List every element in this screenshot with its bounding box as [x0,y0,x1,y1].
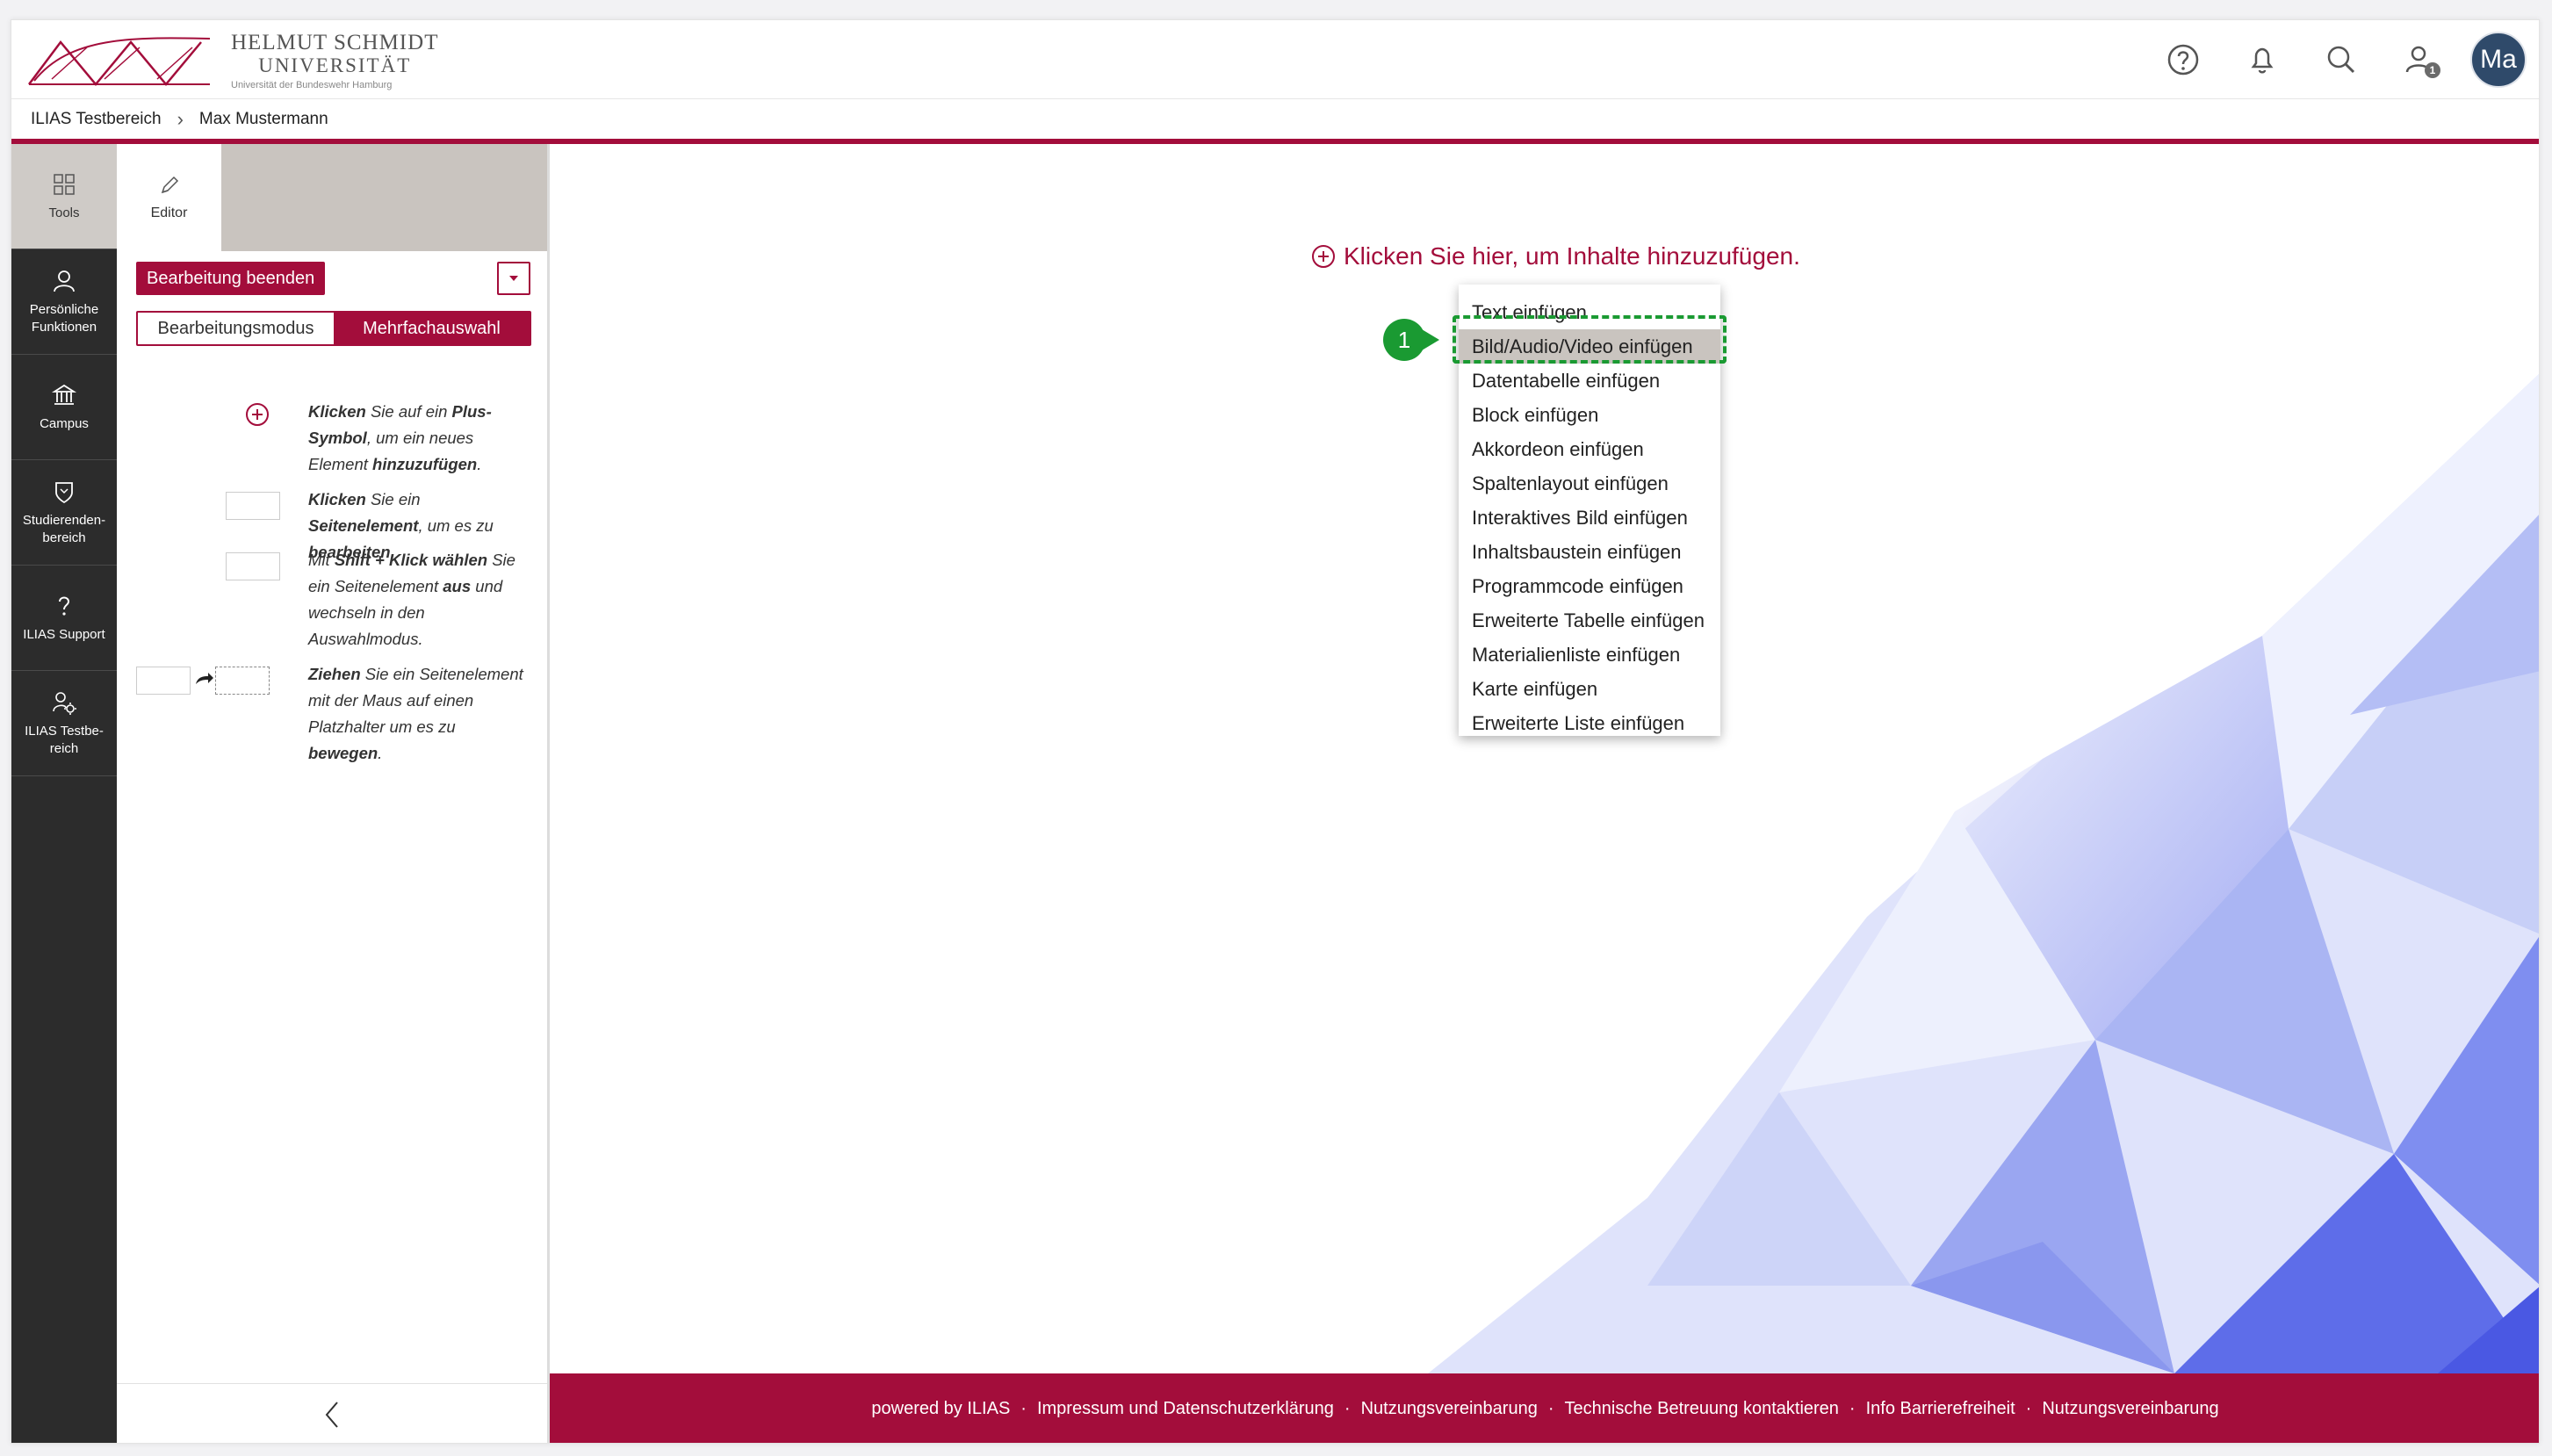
help-item-select: Mit Shift + Klick wählen Sie ein Seitene… [136,547,531,652]
add-content-link[interactable]: Klicken Sie hier, um Inhalte hinzuzufüge… [1310,242,1800,270]
sidebar-item-students[interactable]: Studierenden-bereich [11,460,117,566]
avatar[interactable]: Ma [2470,32,2527,88]
footer-link-accessibility[interactable]: Info Barrierefreiheit [1866,1399,2015,1419]
grid-icon [54,174,75,195]
step-highlight-frame [1453,315,1727,364]
help-icon [2167,44,2199,76]
menu-item-accordion[interactable]: Akkordeon einfügen [1459,432,1720,466]
plus-circle-icon [1312,245,1335,268]
page-element-placeholder [226,492,280,520]
sidebar-item-label: Campus [40,415,89,431]
bell-icon [2251,47,2274,74]
menu-item-map[interactable]: Karte einfügen [1459,672,1720,706]
sidebar-item-label: ILIAS Testbe-reich [25,724,104,756]
menu-item-advanced-table[interactable]: Erweiterte Tabelle einfügen [1459,603,1720,638]
drop-target-placeholder [215,667,270,695]
chevron-right-icon: › [177,108,184,130]
person-icon [54,270,75,292]
help-item-add: Klicken Sie auf ein Plus-Symbol, um ein … [136,399,531,478]
users-gear-icon [53,692,76,715]
footer-link-terms[interactable]: Nutzungsvereinbarung [1361,1399,1538,1419]
breadcrumb-item-user[interactable]: Max Mustermann [199,110,328,129]
university-logo[interactable]: HELMUT SCHMIDT UNIVERSITÄT Universität d… [25,27,438,94]
tool-panel: Editor Bearbeitung beenden Bearbeitungsm… [117,144,550,1443]
multi-select-button[interactable]: Mehrfachauswahl [334,313,530,344]
menu-item-material-list[interactable]: Materialienliste einfügen [1459,638,1720,672]
pencil-icon [161,176,178,194]
finish-editing-button[interactable]: Bearbeitung beenden [136,262,326,295]
help-text-select: Mit Shift + Klick wählen Sie ein Seitene… [308,551,515,648]
arrow-right-icon [196,673,213,684]
caret-down-icon [509,276,518,281]
breadcrumb-item-testbereich[interactable]: ILIAS Testbereich [31,110,162,129]
sidebar-item-campus[interactable]: Campus [11,355,117,460]
menu-item-advanced-list[interactable]: Erweiterte Liste einfügen [1459,706,1720,740]
footer-link-support[interactable]: Technische Betreuung kontaktieren [1565,1399,1839,1419]
notification-badge: 1 [2425,62,2440,78]
footer-link-terms-2[interactable]: Nutzungsvereinbarung [2042,1399,2218,1419]
help-item-move: Ziehen Sie ein Seitenelement mit der Mau… [136,661,531,767]
help-text-move: Ziehen Sie ein Seitenelement mit der Mau… [308,665,523,762]
main-sidebar: Tools Persönliche Funktionen Campus Stud… [11,144,117,1443]
sidebar-item-support[interactable]: ILIAS Support [11,566,117,671]
page-element-placeholder [136,667,191,695]
breadcrumb: ILIAS Testbereich › Max Mustermann [11,100,2539,144]
tool-tabs: Editor [117,144,547,251]
plus-circle-icon [246,403,269,426]
add-content-label: Klicken Sie hier, um Inhalte hinzuzufüge… [1344,242,1800,270]
page-element-placeholder [226,552,280,580]
logo-line3: Universität der Bundeswehr Hamburg [231,79,393,90]
help-button[interactable] [2144,20,2223,99]
edit-mode-button[interactable]: Bearbeitungsmodus [138,313,334,344]
collapse-panel-button[interactable] [117,1383,547,1443]
sidebar-item-testbereich[interactable]: ILIAS Testbe-reich [11,671,117,776]
footer: powered by ILIAS · Impressum und Datensch… [550,1373,2539,1443]
menu-item-columns[interactable]: Spaltenlayout einfügen [1459,466,1720,501]
footer-link-powered[interactable]: powered by ILIAS [871,1399,1010,1419]
online-users-button[interactable]: 1 [2381,20,2460,99]
footer-link-imprint[interactable]: Impressum und Datenschutzerklärung [1037,1399,1334,1419]
shield-icon [55,482,73,504]
sidebar-item-tools[interactable]: Tools [11,144,117,249]
logo-line2: UNIVERSITÄT [258,54,412,76]
more-actions-button[interactable] [497,262,530,295]
tab-editor[interactable]: Editor [117,144,221,251]
question-icon [59,596,70,616]
sidebar-item-label: ILIAS Support [23,626,105,642]
sidebar-item-label: Studierenden-bereich [22,513,106,545]
mode-switch: Bearbeitungsmodus Mehrfachauswahl [136,311,531,346]
menu-item-content-snippet[interactable]: Inhaltsbaustein einfügen [1459,535,1720,569]
page-content: Klicken Sie hier, um Inhalte hinzuzufüge… [550,144,2539,1373]
header: HELMUT SCHMIDT UNIVERSITÄT Universität d… [11,20,2539,99]
sidebar-item-personal[interactable]: Persönliche Funktionen [11,249,117,355]
help-text-add: Klicken Sie auf ein Plus-Symbol, um ein … [308,402,492,473]
app-window: HELMUT SCHMIDT UNIVERSITÄT Universität d… [11,19,2540,1444]
menu-item-interactive-image[interactable]: Interaktives Bild einfügen [1459,501,1720,535]
notifications-button[interactable] [2223,20,2302,99]
sidebar-item-label: Persönliche Funktionen [29,302,99,335]
logo-line1: HELMUT SCHMIDT [231,30,439,54]
menu-item-code[interactable]: Programmcode einfügen [1459,569,1720,603]
chevron-left-icon [325,1401,338,1428]
menu-item-block[interactable]: Block einfügen [1459,398,1720,432]
tab-editor-label: Editor [150,205,188,220]
search-icon [2327,46,2355,74]
search-button[interactable] [2302,20,2381,99]
step-marker: 1 [1383,319,1439,361]
menu-item-datatable[interactable]: Datentabelle einfügen [1459,364,1720,398]
logo-mark-icon [28,37,211,86]
sidebar-item-label: Tools [48,205,80,220]
building-icon [51,384,77,405]
